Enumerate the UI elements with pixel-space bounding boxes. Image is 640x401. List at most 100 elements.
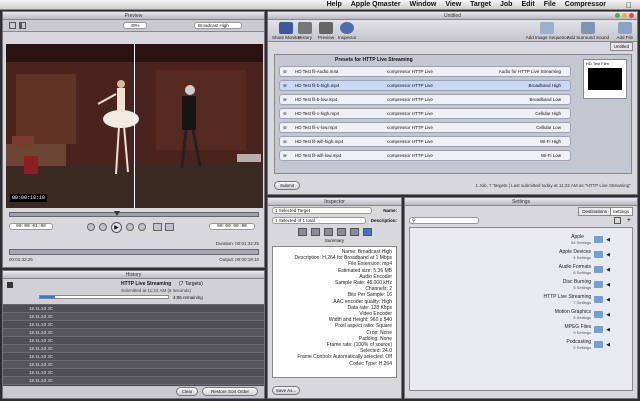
geometry-tab-icon[interactable] (336, 228, 346, 236)
disclosure-triangle-icon[interactable]: ◀ (606, 252, 610, 258)
disclosure-triangle-icon[interactable]: ◀ (606, 282, 610, 288)
folder-motion-graphics[interactable]: Motion Graphics 5 Settings ◀ (410, 307, 632, 322)
source-thumbnail[interactable]: HD Test Film (583, 59, 627, 99)
folder-http-live-streaming[interactable]: HTTP Live Streaming 7 Settings ◀ (410, 292, 632, 307)
split-view-icon[interactable] (19, 22, 26, 29)
zoom-button[interactable] (615, 13, 620, 18)
history-row[interactable]: 18.11.23 JC (3, 329, 264, 337)
zoom-select[interactable]: 40% (123, 22, 147, 29)
target-remove-icon[interactable]: ⊖ (280, 69, 292, 75)
history-row[interactable]: 18.11.23 JC (3, 337, 264, 345)
target-remove-icon[interactable]: ⊖ (280, 111, 292, 117)
minimize-button[interactable] (622, 13, 627, 18)
menu-item-file[interactable]: File (544, 1, 556, 8)
target-remove-icon[interactable]: ⊖ (280, 139, 292, 145)
disclosure-triangle-icon[interactable]: ◀ (606, 267, 610, 273)
folder-apple-devices[interactable]: Apple Devices 4 Settings ◀ (410, 247, 632, 262)
menu-item-job[interactable]: Job (500, 1, 512, 8)
folder-mpeg-files[interactable]: MPEG Files 9 Settings ◀ (410, 322, 632, 337)
menu-item-window[interactable]: Window (410, 1, 437, 8)
duplicate-setting-icon[interactable] (614, 217, 621, 224)
menu-item-target[interactable]: Target (470, 1, 491, 8)
inspector-button[interactable]: Inspector (338, 22, 357, 40)
menu-item-help[interactable]: Help (327, 1, 342, 8)
disclosure-triangle-icon[interactable]: ◀ (606, 237, 610, 243)
folder-apple[interactable]: Apple 84 Settings ◀ (410, 232, 632, 247)
folder-podcasting[interactable]: Podcasting 5 Settings ◀ (410, 337, 632, 352)
history-row[interactable]: 18.11.23 JC (3, 353, 264, 361)
target-row[interactable]: ⊖ HD Test fil-c-low.mp4 compressor HTTP … (279, 122, 571, 133)
target-row[interactable]: ⊖ HD Test fil-wifi-low.mp4 compressor HT… (279, 150, 571, 161)
actions-tab-icon[interactable] (349, 228, 359, 236)
restore-sort-label: Restore Sort Order (210, 389, 249, 394)
history-row[interactable]: 18.11.23 JC (3, 321, 264, 329)
scrubber-bar[interactable] (9, 211, 259, 217)
target-remove-icon[interactable]: ⊖ (280, 97, 292, 103)
crop-icon[interactable] (9, 22, 16, 29)
add-image-sequence-icon (540, 22, 555, 34)
folder-audio-formats[interactable]: Audio Formats 6 Settings ◀ (410, 262, 632, 277)
target-format: Audio for HTTP Live Streaming (498, 69, 561, 74)
go-to-end-icon[interactable] (138, 223, 146, 231)
disclosure-triangle-icon[interactable]: ◀ (606, 312, 610, 318)
add-surround-button[interactable]: Add Surround Sound (567, 22, 609, 40)
target-row[interactable]: ⊖ HD Test fil-b-high.mp4 compressor HTTP… (279, 80, 571, 91)
target-row[interactable]: ⊖ HD Test fil-c-high.mp4 compressor HTTP… (279, 108, 571, 119)
batch-tab[interactable]: Untitled (609, 42, 633, 51)
add-setting-icon[interactable]: + (627, 217, 631, 224)
menu-item-view[interactable]: View (445, 1, 461, 8)
apple-menu-icon[interactable]:  (626, 1, 632, 10)
rewind-icon[interactable] (99, 223, 107, 231)
mark-out-icon[interactable] (165, 223, 174, 231)
mark-in-icon[interactable] (153, 223, 162, 231)
preview-button[interactable]: Preview (318, 22, 334, 40)
preset-select[interactable]: Broadcast High (194, 22, 242, 29)
timeline-bar[interactable] (9, 249, 259, 255)
target-dest: compressor HTTP Live (387, 83, 433, 88)
folder-disc-burning[interactable]: Disc Burning 5 Settings ◀ (410, 277, 632, 292)
summary-tab[interactable]: Summary (268, 238, 401, 246)
history-row[interactable]: 18.11.23 JC (3, 377, 264, 385)
go-to-start-icon[interactable] (87, 223, 95, 231)
forward-icon[interactable] (126, 223, 134, 231)
clear-button[interactable]: Clear (176, 387, 198, 396)
summary-tab-icon[interactable] (362, 228, 372, 236)
history-row[interactable]: 18.11.23 JC (3, 313, 264, 321)
inspector-desc-field[interactable]: 1 Selected of 1 total. (272, 217, 366, 224)
preview-titlebar: Preview (3, 12, 264, 20)
frame-controls-tab-icon[interactable] (310, 228, 320, 236)
save-as-button[interactable]: Save As... (272, 386, 300, 395)
playhead-marker[interactable] (114, 211, 120, 216)
target-remove-icon[interactable]: ⊖ (280, 125, 292, 131)
menu-item-apple-qmaster[interactable]: Apple Qmaster (351, 1, 401, 8)
history-row[interactable]: 18.11.23 JC (3, 305, 264, 313)
split-line[interactable] (134, 44, 135, 208)
inspector-name-label: Name: (383, 208, 397, 213)
disclosure-triangle-icon[interactable]: ◀ (606, 342, 610, 348)
history-row[interactable]: 18.11.23 JC (3, 361, 264, 369)
disclosure-triangle-icon[interactable]: ◀ (606, 327, 610, 333)
close-button[interactable] (629, 13, 634, 18)
target-remove-icon[interactable]: ⊖ (280, 83, 292, 89)
inspector-name-field[interactable]: 1 Selected Target (272, 207, 372, 214)
target-row[interactable]: ⊖ HD Test fil-Audio.m4a compressor HTTP … (279, 66, 571, 77)
out-timecode-field[interactable]: 00:00:00:00 (209, 223, 255, 230)
add-file-button[interactable]: Add File (616, 22, 633, 40)
menu-item-edit[interactable]: Edit (521, 1, 534, 8)
in-timecode-field[interactable]: 00:00:01:00 (9, 223, 53, 230)
menu-item-compressor[interactable]: Compressor (565, 1, 606, 8)
filters-tab-icon[interactable] (323, 228, 333, 236)
restore-sort-button[interactable]: Restore Sort Order (202, 387, 258, 396)
target-remove-icon[interactable]: ⊖ (280, 153, 292, 159)
settings-search-field[interactable]: ⚲ (409, 217, 479, 224)
play-icon[interactable]: ▶ (111, 222, 122, 233)
target-row[interactable]: ⊖ HD Test fil-b-low.mp4 compressor HTTP … (279, 94, 571, 105)
encoder-tab-icon[interactable] (297, 228, 307, 236)
submit-button[interactable]: Submit (274, 181, 300, 190)
share-monitor-button[interactable]: Share Monitor (272, 22, 300, 40)
add-image-sequence-button[interactable]: Add Image Sequence (526, 22, 569, 40)
disclosure-triangle-icon[interactable]: ◀ (606, 297, 610, 303)
target-row[interactable]: ⊖ HD Test fil-wifi-high.mp4 compressor H… (279, 136, 571, 147)
history-row[interactable]: 18.11.23 JC (3, 345, 264, 353)
history-row[interactable]: 18.11.23 JC (3, 369, 264, 377)
